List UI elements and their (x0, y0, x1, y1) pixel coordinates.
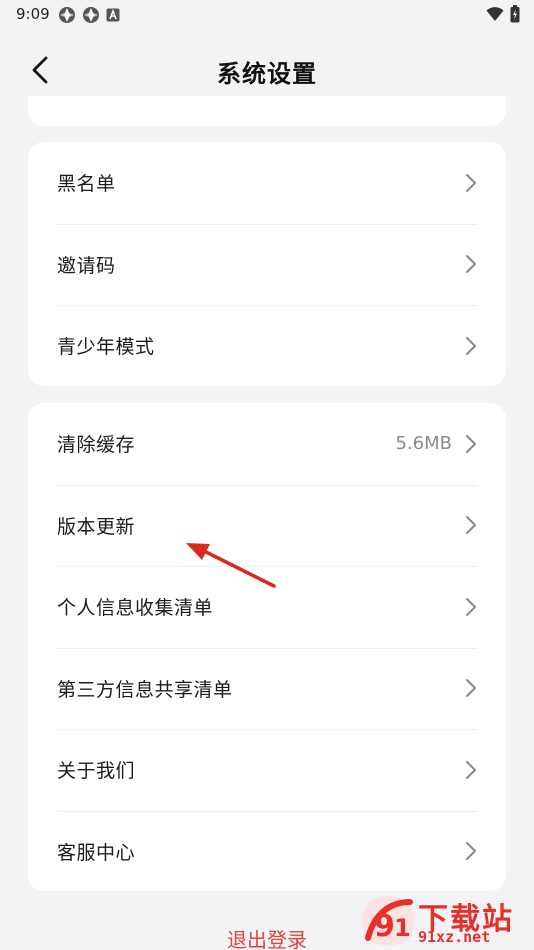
status-time: 9:09 (16, 5, 50, 23)
chevron-right-icon (466, 842, 476, 861)
row-label: 黑名单 (57, 173, 116, 196)
app-notification-icon (59, 7, 75, 23)
svg-text:9: 9 (374, 909, 395, 944)
row-label: 青少年模式 (57, 336, 155, 359)
page-title: 系统设置 (217, 60, 317, 88)
watermark-url: 91xz.net (418, 928, 491, 946)
settings-row-about-us[interactable]: 关于我们 (28, 729, 506, 811)
status-right-icons (486, 5, 520, 23)
row-label: 关于我们 (57, 760, 136, 783)
row-label: 邀请码 (57, 254, 116, 277)
watermark-logo-icon: 9 1 (362, 896, 414, 946)
row-label: 客服中心 (57, 841, 136, 864)
settings-row-blacklist[interactable]: 黑名单 (28, 142, 506, 224)
chevron-right-icon (466, 434, 476, 453)
svg-text:1: 1 (394, 914, 411, 942)
wifi-icon (486, 7, 504, 21)
chevron-right-icon (466, 516, 476, 535)
settings-row-version-update[interactable]: 版本更新 (28, 484, 506, 567)
chevron-right-icon (466, 173, 476, 192)
a-badge-icon (106, 8, 120, 22)
screen: 9:09 系统设置 黑名单 邀请码 青少年模式 清除缓存 5.6MB 版本更新 … (0, 0, 534, 950)
watermark: 9 1 下载站 91xz.net (356, 892, 534, 950)
row-label: 个人信息收集清单 (57, 597, 214, 620)
chevron-right-icon (466, 760, 476, 779)
settings-row-third-party-sharing[interactable]: 第三方信息共享清单 (28, 647, 506, 730)
settings-row-clear-cache[interactable]: 清除缓存 5.6MB (28, 403, 506, 485)
cache-size-value: 5.6MB (395, 433, 452, 455)
row-label: 版本更新 (57, 515, 136, 538)
battery-icon (510, 5, 520, 23)
chevron-right-icon (466, 255, 476, 274)
settings-row-invite-code[interactable]: 邀请码 (28, 223, 506, 306)
chevron-right-icon (466, 679, 476, 698)
chevron-right-icon (466, 336, 476, 355)
status-bar: 9:09 (0, 0, 534, 30)
settings-row-customer-service[interactable]: 客服中心 (28, 810, 506, 893)
settings-row-teen-mode[interactable]: 青少年模式 (28, 305, 506, 387)
header: 系统设置 (0, 40, 534, 100)
row-label: 清除缓存 (57, 434, 136, 457)
app-notification-icon (83, 7, 99, 23)
row-label: 第三方信息共享清单 (57, 678, 233, 701)
chevron-right-icon (466, 597, 476, 616)
settings-group-2: 清除缓存 5.6MB 版本更新 个人信息收集清单 第三方信息共享清单 关于我们 … (28, 403, 506, 891)
settings-group-partial (28, 96, 506, 126)
settings-row-personal-info-list[interactable]: 个人信息收集清单 (28, 566, 506, 648)
settings-group-1: 黑名单 邀请码 青少年模式 (28, 142, 506, 386)
status-left-icons (58, 6, 120, 24)
